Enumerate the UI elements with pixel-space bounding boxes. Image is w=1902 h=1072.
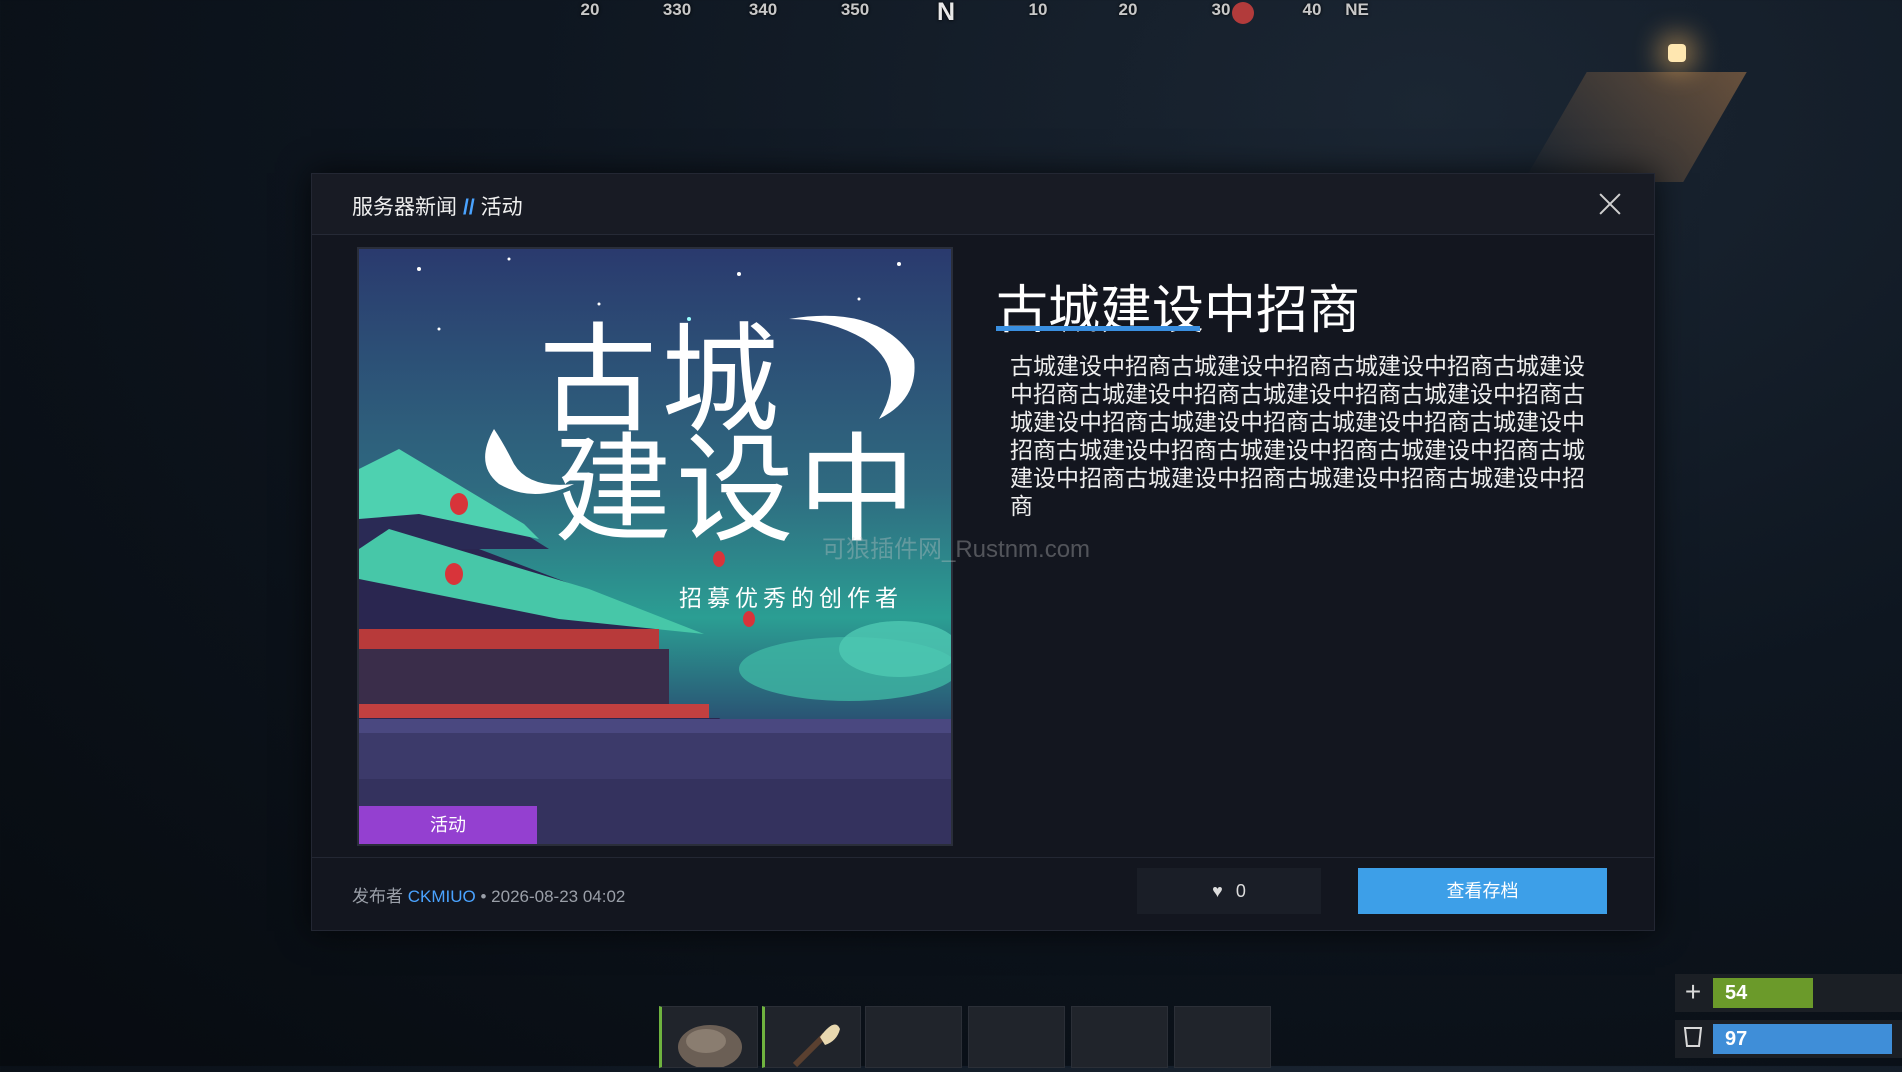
compass-tick: 40	[1302, 0, 1322, 19]
water-status: 97	[1675, 1020, 1902, 1058]
view-archive-button[interactable]: 查看存档	[1358, 868, 1607, 914]
publisher-label: 发布者	[352, 887, 403, 906]
hotbar-slot-6[interactable]	[1174, 1006, 1271, 1068]
breadcrumb-section[interactable]: 服务器新闻	[352, 196, 457, 219]
title-underline	[996, 326, 1200, 331]
post-date: 2026-08-23 04:02	[491, 887, 626, 906]
like-button[interactable]: ♥ 0	[1137, 868, 1321, 914]
light-beam	[1523, 72, 1747, 182]
torch-icon	[792, 1024, 840, 1068]
heart-icon: ♥	[1212, 881, 1223, 901]
compass-tick-ne: NE	[1345, 0, 1369, 19]
hotbar-slot-5[interactable]	[1071, 1006, 1168, 1068]
like-count: 0	[1235, 881, 1246, 901]
compass-tick-north: N	[936, 0, 956, 26]
health-bar: 54	[1713, 978, 1813, 1008]
lamp-light	[1668, 44, 1686, 62]
cup-icon	[1679, 1024, 1707, 1052]
breadcrumb-category[interactable]: 活动	[481, 196, 523, 219]
breadcrumb-separator: //	[463, 196, 475, 219]
compass-tick: 330	[662, 0, 692, 19]
water-value: 97	[1725, 1028, 1748, 1050]
health-value: 54	[1725, 982, 1748, 1004]
hotbar-slot-2[interactable]	[762, 1006, 861, 1068]
article-body: 古城建设中招商古城建设中招商古城建设中招商古城建设中招商古城建设中招商古城建设中…	[1010, 353, 1585, 519]
compass-tick: 10	[1028, 0, 1048, 19]
compass-tick: 20	[1118, 0, 1138, 19]
post-meta: 发布者 CKMIUO • 2026-08-23 04:02	[352, 882, 625, 907]
hotbar-slot-4[interactable]	[968, 1006, 1065, 1068]
compass-tick: 350	[840, 0, 870, 19]
skull-marker-icon	[1232, 2, 1254, 24]
health-status: + 54	[1675, 974, 1902, 1012]
author-link[interactable]: CKMIUO	[408, 887, 476, 906]
server-news-modal: 服务器新闻 // 活动 古城 建设中 招募优秀的创作者 活动 可狼插件网_Rustn…	[311, 173, 1655, 931]
compass-tick: 30	[1211, 0, 1231, 19]
rock-icon	[678, 1025, 742, 1069]
close-icon[interactable]	[1596, 190, 1624, 218]
meta-separator: •	[480, 887, 487, 906]
compass-tick: 20	[580, 0, 600, 19]
hotbar-slot-1[interactable]	[659, 1006, 758, 1069]
water-bar: 97	[1713, 1024, 1893, 1054]
watermark: 可狼插件网_Rustnm.com	[822, 536, 1091, 563]
category-tag: 活动	[359, 806, 537, 844]
banner-subtitle: 招募优秀的创作者	[679, 586, 903, 612]
compass-bar: 20 330 340 350 N 10 20 30 40 NE	[0, 0, 1902, 30]
modal-footer: 发布者 CKMIUO • 2026-08-23 04:02 ♥ 0 查看存档	[312, 857, 1654, 930]
breadcrumb: 服务器新闻 // 活动	[352, 191, 523, 221]
article-title: 古城建设中招商	[996, 281, 1361, 341]
hotbar-slot-3[interactable]	[865, 1006, 962, 1068]
modal-header: 服务器新闻 // 活动	[312, 174, 1654, 235]
compass-tick: 340	[748, 0, 778, 19]
plus-icon: +	[1684, 976, 1702, 1007]
